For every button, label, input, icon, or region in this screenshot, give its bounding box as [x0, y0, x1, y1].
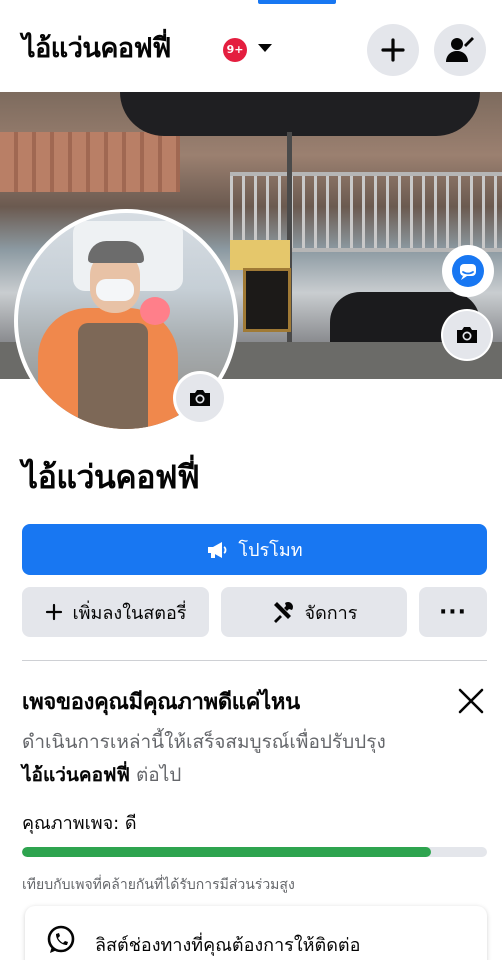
- messenger-button[interactable]: [444, 247, 492, 295]
- messenger-icon: [452, 255, 484, 287]
- avatar-person-mask: [96, 279, 134, 301]
- promote-label: โปรโมท: [238, 540, 303, 561]
- more-icon: ···: [438, 599, 468, 625]
- promote-button[interactable]: โปรโมท: [22, 524, 487, 575]
- quality-desc-suffix: ต่อไป: [129, 764, 182, 786]
- add-to-story-button[interactable]: เพิ่มลงในสตอรี่: [22, 587, 209, 637]
- switch-profile-button[interactable]: [434, 24, 486, 76]
- page-quality-progress-fill: [22, 847, 432, 857]
- page-quality-title: เพจของคุณมีคุณภาพดีแค่ไหน: [22, 690, 300, 715]
- edit-avatar-button[interactable]: [176, 374, 224, 422]
- close-button[interactable]: [456, 686, 486, 716]
- avatar-heart-sticker: [140, 297, 170, 325]
- create-button[interactable]: [367, 24, 419, 76]
- page-quality-description: ดำเนินการเหล่านี้ให้เสร็จสมบูรณ์เพื่อปรั…: [22, 726, 412, 792]
- cover-cart: [230, 240, 290, 270]
- cover-wall: [0, 132, 180, 192]
- quality-desc-prefix: ดำเนินการเหล่านี้ให้เสร็จสมบูรณ์เพื่อปรั…: [22, 731, 386, 753]
- camera-icon: [190, 390, 210, 406]
- quality-desc-page-name[interactable]: ไอ้แว่นคอฟฟี่: [22, 764, 130, 786]
- close-icon: [458, 688, 484, 714]
- page-title: ไอ้แว่นคอฟฟี่: [22, 458, 200, 496]
- cover-menu-board: [243, 268, 291, 332]
- contact-channels-card[interactable]: ลิสต์ช่องทางที่คุณต้องการให้ติดต่อ: [25, 906, 487, 960]
- megaphone-icon: [208, 541, 227, 558]
- contact-channels-label: ลิสต์ช่องทางที่คุณต้องการให้ติดต่อ: [95, 935, 361, 956]
- plus-icon: [381, 38, 405, 62]
- more-button[interactable]: ···: [419, 587, 487, 637]
- top-bar: ไอ้แว่นคอฟฟี่ 9+: [0, 0, 502, 92]
- chevron-down-icon[interactable]: [258, 44, 272, 52]
- manage-button[interactable]: จัดการ: [221, 587, 407, 637]
- plus-icon: [45, 603, 62, 621]
- cover-umbrella: [120, 92, 480, 136]
- add-to-story-label: เพิ่มลงในสตอรี่: [72, 602, 187, 624]
- manage-label: จัดการ: [304, 602, 358, 624]
- person-switch-icon: [446, 37, 474, 62]
- page-quality-progress: [22, 847, 487, 857]
- avatar-person-apron: [78, 323, 148, 429]
- notification-badge[interactable]: 9+: [223, 38, 247, 62]
- page-quality-label: คุณภาพเพจ: ดี: [22, 813, 137, 834]
- edit-cover-button[interactable]: [443, 311, 491, 359]
- page-switcher-title[interactable]: ไอ้แว่นคอฟฟี่: [22, 26, 171, 69]
- whatsapp-icon: [47, 925, 75, 953]
- tools-icon: [273, 602, 293, 623]
- section-divider: [22, 660, 487, 661]
- page-quality-compare-text: เทียบกับเพจที่คล้ายกันที่ได้รับการมีส่วน…: [22, 877, 295, 893]
- avatar-person-cap: [88, 241, 144, 263]
- camera-icon: [457, 327, 477, 343]
